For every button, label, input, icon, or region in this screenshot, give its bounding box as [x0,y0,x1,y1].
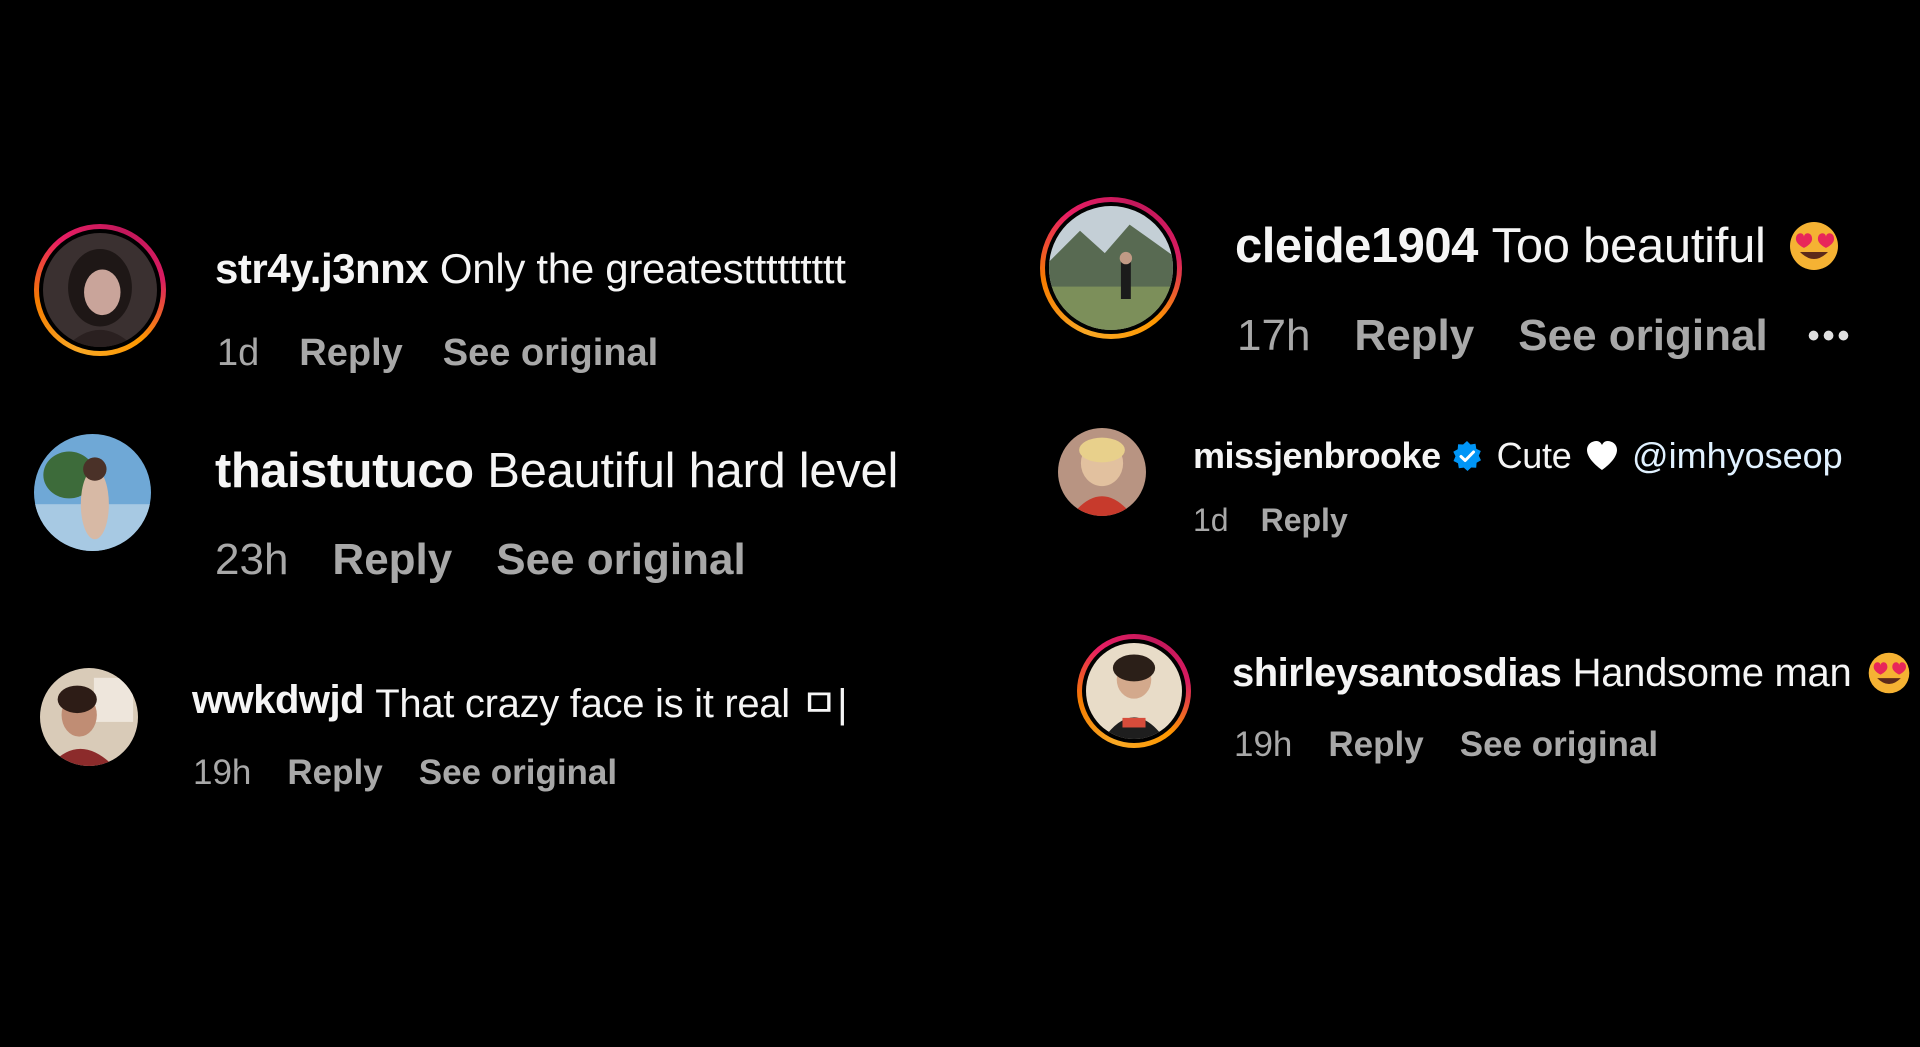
avatar-image [40,668,138,766]
see-original-button[interactable]: See original [419,753,617,793]
comment-timestamp: 23h [215,535,289,584]
heart-eyes-emoji-icon [1867,651,1911,695]
see-original-button[interactable]: See original [496,535,745,585]
reply-button[interactable]: Reply [1328,725,1423,765]
comment-timestamp: 17h [1237,311,1311,360]
reply-button[interactable]: Reply [287,753,382,793]
comment-timestamp: 19h [193,753,252,792]
mention-link[interactable]: @imhyoseop [1632,435,1843,477]
comment-text: Beautiful hard level [487,444,899,498]
see-original-button[interactable]: See original [1518,311,1767,361]
see-original-button[interactable]: See original [443,332,658,375]
comment-username[interactable]: thaistutuco [215,443,474,499]
verified-badge-icon [1451,440,1483,472]
more-options-icon[interactable]: ••• [1808,317,1853,356]
reply-button[interactable]: Reply [299,332,402,375]
comment-username[interactable]: missjenbrooke [1193,435,1441,477]
comment-text: Too beautiful [1491,219,1766,273]
avatar-image [1058,428,1146,516]
white-heart-emoji-icon [1585,440,1619,472]
reply-button[interactable]: Reply [1261,502,1348,539]
see-original-button[interactable]: See original [1460,725,1658,765]
comment-username[interactable]: wwkdwjd [192,678,365,723]
comment-text: That crazy face is it real ㅁ| [375,682,848,726]
avatar[interactable] [34,434,151,551]
avatar[interactable] [34,224,166,356]
comment-timestamp: 1d [217,331,260,374]
avatar-image [1049,206,1173,330]
comment-text: Cute [1496,435,1572,476]
comment-username[interactable]: str4y.j3nnx [215,245,429,293]
avatar-image [43,233,157,347]
avatar[interactable] [40,668,138,766]
comment-timestamp: 19h [1234,725,1293,764]
reply-button[interactable]: Reply [1354,311,1474,361]
comment-text: Handsome man [1572,650,1852,695]
comment-username[interactable]: cleide1904 [1235,218,1478,274]
avatar[interactable] [1040,197,1182,339]
avatar[interactable] [1077,634,1191,748]
avatar[interactable] [1058,428,1146,516]
heart-eyes-emoji-icon [1788,220,1840,272]
comment-text: Only the greatesttttttttt [439,245,846,292]
reply-button[interactable]: Reply [332,535,452,585]
avatar-image [1086,643,1182,739]
comment-timestamp: 1d [1193,501,1229,538]
avatar-image [34,434,151,551]
comment-username[interactable]: shirleysantosdias [1232,651,1562,696]
